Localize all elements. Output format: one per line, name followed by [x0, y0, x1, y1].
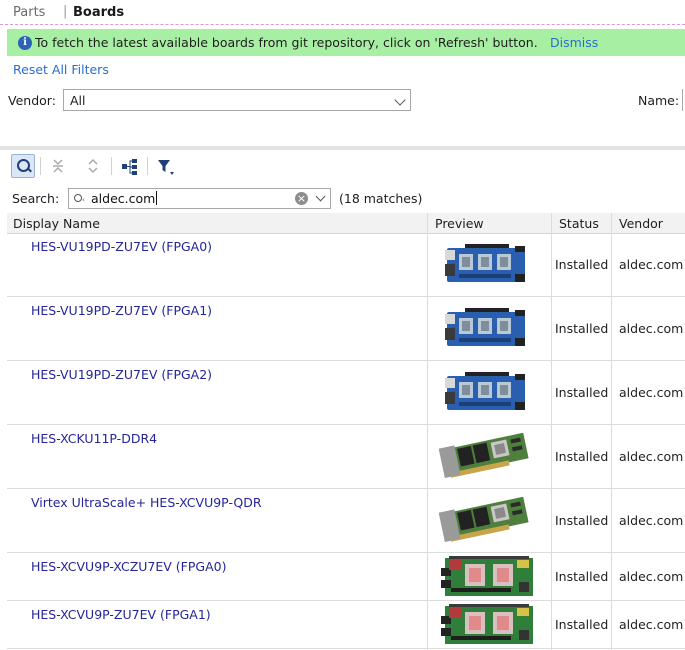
status-text: Installed — [555, 257, 609, 272]
column-divider — [611, 213, 612, 650]
toolbar — [9, 154, 685, 180]
table-row[interactable]: HES-VU19PD-ZU7EV (FPGA0) Installed aldec.c… — [7, 233, 685, 297]
search-input[interactable]: ‹ aldec.com × — [68, 188, 331, 209]
vendor-text: aldec.com — [619, 569, 684, 584]
column-header-preview[interactable]: Preview — [435, 216, 484, 231]
search-history-chevron-icon[interactable] — [315, 191, 326, 202]
tab-parts[interactable]: Parts — [13, 5, 45, 20]
board-preview-image — [438, 493, 533, 548]
board-name-link[interactable]: HES-XCVU9P-ZU7EV (FPGA1) — [31, 607, 211, 622]
table-row[interactable]: HES-XCKU11P-DDR4 Installed aldec.com — [7, 425, 685, 489]
search-icon — [74, 194, 82, 202]
column-header-status[interactable]: Status — [559, 216, 599, 231]
status-text: Installed — [555, 385, 609, 400]
vendor-text: aldec.com — [619, 257, 684, 272]
hierarchy-button[interactable] — [117, 154, 141, 178]
panel-tabs: Parts | Boards — [0, 0, 685, 25]
column-header-vendor[interactable]: Vendor — [619, 216, 663, 231]
vendor-text: aldec.com — [619, 321, 684, 336]
search-toggle-button[interactable] — [11, 154, 35, 178]
board-name-link[interactable]: HES-VU19PD-ZU7EV (FPGA0) — [31, 239, 212, 254]
board-preview-image — [441, 556, 537, 601]
board-name-link[interactable]: HES-VU19PD-ZU7EV (FPGA1) — [31, 303, 212, 318]
board-name-link[interactable]: Virtex UltraScale+ HES-XCVU9P-QDR — [31, 495, 262, 510]
status-text: Installed — [555, 449, 609, 464]
toolbar-separator — [147, 157, 148, 175]
vendor-text: aldec.com — [619, 449, 684, 464]
table-header: Display Name Preview Status Vendor — [7, 213, 685, 234]
collapse-all-icon — [53, 159, 63, 173]
table-row[interactable]: HES-VU19PD-ZU7EV (FPGA2) Installed aldec.c… — [7, 361, 685, 425]
board-name-link[interactable]: HES-VU19PD-ZU7EV (FPGA2) — [31, 367, 212, 382]
table-row[interactable]: Virtex UltraScale+ HES-XCVU9P-QDR Install… — [7, 489, 685, 553]
banner-message: To fetch the latest available boards fro… — [35, 35, 538, 50]
reset-filters-link[interactable]: Reset All Filters — [13, 62, 109, 77]
expand-all-icon — [88, 158, 98, 174]
column-divider — [551, 213, 552, 650]
vendor-select-value: All — [70, 93, 86, 108]
match-count: (18 matches) — [339, 191, 423, 206]
panel-divider[interactable] — [0, 146, 685, 150]
vendor-label: Vendor: — [8, 93, 56, 108]
collapse-all-button[interactable] — [46, 154, 70, 178]
toolbar-separator — [40, 157, 41, 175]
table-row[interactable]: HES-XCVU9P-ZU7EV (FPGA1) Installed aldec.c… — [7, 601, 685, 649]
status-text: Installed — [555, 617, 609, 632]
column-header-display-name[interactable]: Display Name — [13, 216, 100, 231]
vendor-select[interactable]: All — [63, 89, 411, 111]
board-name-link[interactable]: HES-XCKU11P-DDR4 — [31, 431, 157, 446]
table-row[interactable]: HES-VU19PD-ZU7EV (FPGA1) Installed aldec.c… — [7, 297, 685, 361]
chevron-down-icon — [394, 94, 406, 106]
board-name-link[interactable]: HES-XCVU9P-XCZU7EV (FPGA0) — [31, 559, 226, 574]
board-preview-image — [445, 372, 527, 417]
boards-table: Display Name Preview Status Vendor HES-V… — [7, 213, 685, 650]
expand-all-button[interactable] — [81, 154, 105, 178]
board-preview-image — [441, 604, 537, 649]
board-preview-image — [438, 429, 533, 484]
search-value: aldec.com — [91, 191, 156, 206]
table-row[interactable]: HES-XCVU9P-XCZU7EV (FPGA0) Installed aldec… — [7, 553, 685, 601]
status-text: Installed — [555, 569, 609, 584]
vendor-text: aldec.com — [619, 385, 684, 400]
column-divider — [427, 213, 428, 650]
tab-boards[interactable]: Boards — [73, 5, 124, 20]
name-label: Name: — [638, 93, 680, 108]
info-banner: i To fetch the latest available boards f… — [7, 29, 685, 56]
hierarchy-icon — [122, 159, 137, 175]
tab-separator: | — [63, 4, 68, 19]
filter-icon — [158, 160, 174, 175]
toolbar-separator — [111, 157, 112, 175]
status-text: Installed — [555, 513, 609, 528]
board-preview-image — [445, 308, 527, 353]
info-icon: i — [18, 36, 32, 50]
board-preview-image — [445, 244, 527, 289]
status-text: Installed — [555, 321, 609, 336]
vendor-text: aldec.com — [619, 513, 684, 528]
dismiss-link[interactable]: Dismiss — [550, 35, 598, 50]
clear-search-icon[interactable]: × — [295, 192, 308, 205]
filter-button[interactable] — [153, 154, 177, 178]
vendor-text: aldec.com — [619, 617, 684, 632]
search-label: Search: — [12, 191, 60, 206]
